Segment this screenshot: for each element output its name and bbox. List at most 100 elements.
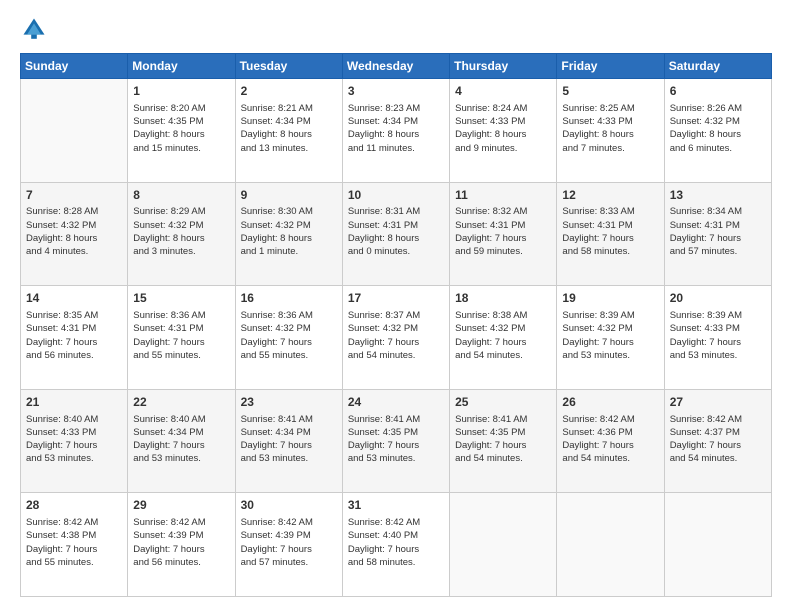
day-info: Sunrise: 8:26 AM (670, 102, 766, 115)
day-number: 4 (455, 83, 551, 100)
day-info: Daylight: 8 hours (26, 232, 122, 245)
day-info: and 53 minutes. (348, 452, 444, 465)
day-info: and 6 minutes. (670, 142, 766, 155)
day-info: and 58 minutes. (348, 556, 444, 569)
day-info: Daylight: 8 hours (133, 128, 229, 141)
day-info: Daylight: 7 hours (348, 336, 444, 349)
day-info: Sunset: 4:40 PM (348, 529, 444, 542)
calendar-day-cell: 26Sunrise: 8:42 AMSunset: 4:36 PMDayligh… (557, 389, 664, 493)
page: SundayMondayTuesdayWednesdayThursdayFrid… (0, 0, 792, 612)
day-info: Sunset: 4:32 PM (562, 322, 658, 335)
day-info: Sunset: 4:32 PM (133, 219, 229, 232)
day-info: and 54 minutes. (455, 349, 551, 362)
day-info: Sunset: 4:37 PM (670, 426, 766, 439)
calendar-day-cell: 27 Sunrise: 8:42 AMSunset: 4:37 PMDayligh… (664, 389, 771, 493)
calendar-day-cell: 21Sunrise: 8:40 AMSunset: 4:33 PMDayligh… (21, 389, 128, 493)
day-info: and 7 minutes. (562, 142, 658, 155)
calendar-day-cell: 4Sunrise: 8:24 AMSunset: 4:33 PMDaylight… (450, 79, 557, 183)
day-info: Sunset: 4:34 PM (348, 115, 444, 128)
day-info: Sunrise: 8:30 AM (241, 205, 337, 218)
day-info: Sunrise: 8:23 AM (348, 102, 444, 115)
day-number: 25 (455, 394, 551, 411)
calendar-day-cell: 14Sunrise: 8:35 AMSunset: 4:31 PMDayligh… (21, 286, 128, 390)
day-info: Sunrise: 8:40 AM (133, 413, 229, 426)
calendar-day-cell: 25Sunrise: 8:41 AMSunset: 4:35 PMDayligh… (450, 389, 557, 493)
day-info: Daylight: 8 hours (241, 128, 337, 141)
day-info: and 53 minutes. (26, 452, 122, 465)
day-info: and 57 minutes. (670, 245, 766, 258)
day-info: Sunset: 4:31 PM (455, 219, 551, 232)
day-info: Daylight: 7 hours (670, 336, 766, 349)
calendar-day-cell: 24Sunrise: 8:41 AMSunset: 4:35 PMDayligh… (342, 389, 449, 493)
calendar-day-cell: 30Sunrise: 8:42 AMSunset: 4:39 PMDayligh… (235, 493, 342, 597)
day-number: 30 (241, 497, 337, 514)
day-info: Daylight: 7 hours (562, 336, 658, 349)
day-info: Sunrise: 8:42 AM (670, 413, 766, 426)
calendar-day-cell: 8Sunrise: 8:29 AMSunset: 4:32 PMDaylight… (128, 182, 235, 286)
day-info: Daylight: 7 hours (133, 439, 229, 452)
calendar-day-header: Saturday (664, 54, 771, 79)
day-info: Sunrise: 8:41 AM (455, 413, 551, 426)
calendar-day-cell: 2Sunrise: 8:21 AMSunset: 4:34 PMDaylight… (235, 79, 342, 183)
day-info: and 57 minutes. (241, 556, 337, 569)
day-info: Sunrise: 8:24 AM (455, 102, 551, 115)
day-info: Sunrise: 8:42 AM (562, 413, 658, 426)
day-info: Daylight: 7 hours (670, 439, 766, 452)
calendar-day-cell: 31Sunrise: 8:42 AMSunset: 4:40 PMDayligh… (342, 493, 449, 597)
day-info: and 55 minutes. (26, 556, 122, 569)
calendar-day-cell: 9Sunrise: 8:30 AMSunset: 4:32 PMDaylight… (235, 182, 342, 286)
calendar-day-cell: 5Sunrise: 8:25 AMSunset: 4:33 PMDaylight… (557, 79, 664, 183)
day-number: 8 (133, 187, 229, 204)
day-info: Sunrise: 8:37 AM (348, 309, 444, 322)
day-number: 3 (348, 83, 444, 100)
day-info: Sunrise: 8:41 AM (241, 413, 337, 426)
day-info: Sunset: 4:32 PM (670, 115, 766, 128)
day-info: Sunrise: 8:25 AM (562, 102, 658, 115)
calendar-day-cell: 7Sunrise: 8:28 AMSunset: 4:32 PMDaylight… (21, 182, 128, 286)
day-info: Sunset: 4:35 PM (455, 426, 551, 439)
day-info: Sunrise: 8:33 AM (562, 205, 658, 218)
day-number: 29 (133, 497, 229, 514)
calendar-day-cell: 15Sunrise: 8:36 AMSunset: 4:31 PMDayligh… (128, 286, 235, 390)
calendar-day-cell: 11Sunrise: 8:32 AMSunset: 4:31 PMDayligh… (450, 182, 557, 286)
calendar-empty-cell (557, 493, 664, 597)
day-info: and 0 minutes. (348, 245, 444, 258)
day-info: and 58 minutes. (562, 245, 658, 258)
day-info: Daylight: 7 hours (26, 439, 122, 452)
day-info: Daylight: 7 hours (348, 543, 444, 556)
day-info: Sunset: 4:31 PM (26, 322, 122, 335)
day-number: 20 (670, 290, 766, 307)
day-info: Daylight: 7 hours (241, 439, 337, 452)
day-info: Daylight: 8 hours (348, 128, 444, 141)
calendar-header-row: SundayMondayTuesdayWednesdayThursdayFrid… (21, 54, 772, 79)
day-info: and 53 minutes. (133, 452, 229, 465)
day-info: Sunrise: 8:42 AM (348, 516, 444, 529)
calendar-day-cell: 12Sunrise: 8:33 AMSunset: 4:31 PMDayligh… (557, 182, 664, 286)
day-info: Sunrise: 8:28 AM (26, 205, 122, 218)
day-info: Sunrise: 8:31 AM (348, 205, 444, 218)
day-number: 14 (26, 290, 122, 307)
day-info: and 3 minutes. (133, 245, 229, 258)
calendar-day-cell: 19Sunrise: 8:39 AMSunset: 4:32 PMDayligh… (557, 286, 664, 390)
day-info: and 56 minutes. (26, 349, 122, 362)
logo (20, 15, 52, 43)
day-info: and 11 minutes. (348, 142, 444, 155)
day-number: 27 (670, 394, 766, 411)
day-info: Sunset: 4:33 PM (26, 426, 122, 439)
day-info: and 9 minutes. (455, 142, 551, 155)
calendar-day-header: Sunday (21, 54, 128, 79)
day-info: Sunrise: 8:40 AM (26, 413, 122, 426)
day-number: 15 (133, 290, 229, 307)
calendar-empty-cell (664, 493, 771, 597)
calendar-day-cell: 16Sunrise: 8:36 AMSunset: 4:32 PMDayligh… (235, 286, 342, 390)
calendar-day-cell: 3 Sunrise: 8:23 AMSunset: 4:34 PMDaylight… (342, 79, 449, 183)
day-number: 18 (455, 290, 551, 307)
day-info: and 55 minutes. (133, 349, 229, 362)
day-info: and 13 minutes. (241, 142, 337, 155)
day-info: Sunset: 4:32 PM (26, 219, 122, 232)
calendar-day-cell: 1Sunrise: 8:20 AMSunset: 4:35 PMDaylight… (128, 79, 235, 183)
day-info: Daylight: 7 hours (241, 336, 337, 349)
day-info: and 53 minutes. (562, 349, 658, 362)
day-info: and 53 minutes. (670, 349, 766, 362)
day-number: 24 (348, 394, 444, 411)
